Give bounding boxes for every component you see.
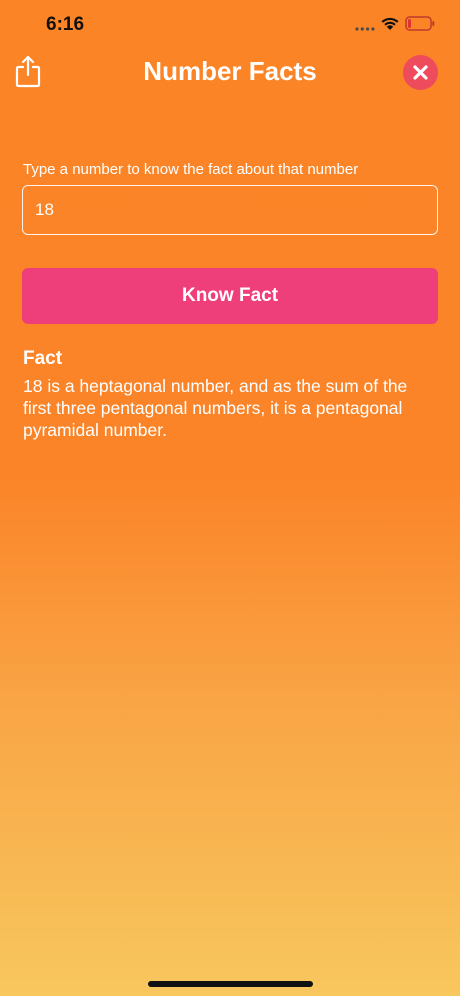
number-input[interactable] bbox=[22, 185, 438, 235]
know-fact-button[interactable]: Know Fact bbox=[22, 268, 438, 324]
home-indicator[interactable] bbox=[148, 981, 313, 987]
fact-heading: Fact bbox=[23, 348, 63, 369]
status-time: 6:16 bbox=[46, 14, 85, 35]
page-title: Number Facts bbox=[143, 56, 317, 86]
battery-icon bbox=[405, 16, 435, 31]
wifi-icon bbox=[381, 17, 399, 30]
fact-text: 18 is a heptagonal number, and as the su… bbox=[23, 376, 408, 440]
close-icon bbox=[413, 65, 428, 80]
signal-dots-icon bbox=[355, 27, 375, 31]
input-prompt-label: Type a number to know the fact about tha… bbox=[23, 161, 359, 178]
nav-bar: Number Facts bbox=[0, 48, 460, 96]
close-button[interactable] bbox=[403, 55, 438, 90]
status-bar: 6:16 bbox=[0, 0, 460, 48]
